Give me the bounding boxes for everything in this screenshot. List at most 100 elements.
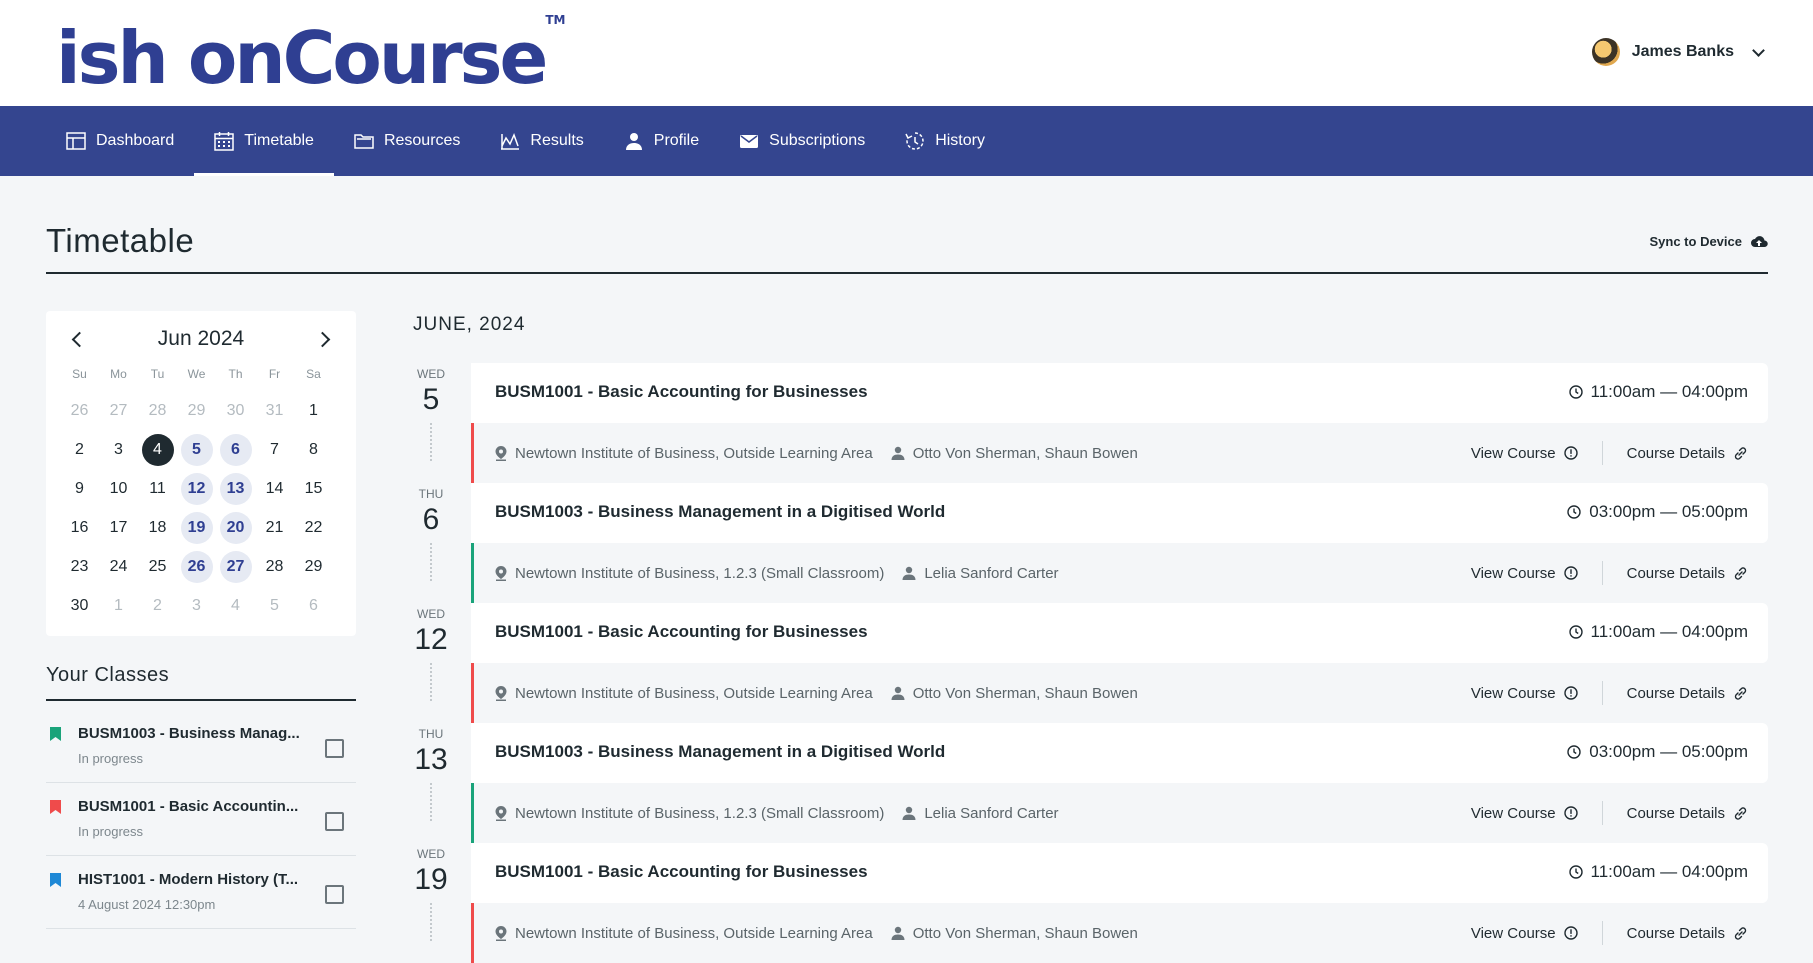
nav-item-resources[interactable]: Resources <box>334 106 480 176</box>
weekday-header: Fr <box>268 367 281 381</box>
calendar-day[interactable]: 9 <box>60 469 99 508</box>
calendar-day[interactable]: 18 <box>138 508 177 547</box>
calendar-day[interactable]: 30 <box>60 586 99 625</box>
calendar-day[interactable]: 6 <box>294 586 333 625</box>
nav-item-results[interactable]: Results <box>480 106 603 176</box>
calendar-day[interactable]: 4 <box>216 586 255 625</box>
calendar-day-number: 22 <box>304 518 323 536</box>
weekday-header: Sa <box>306 367 321 381</box>
event-weekday: WED <box>417 607 445 621</box>
calendar-day[interactable]: 12 <box>177 469 216 508</box>
calendar-day[interactable]: 3 <box>177 586 216 625</box>
calendar-day[interactable]: 21 <box>255 508 294 547</box>
calendar-day[interactable]: 19 <box>177 508 216 547</box>
info-icon <box>1563 446 1578 460</box>
class-list-item[interactable]: BUSM1003 - Business Manag... In progress <box>46 711 356 783</box>
calendar-day[interactable]: 11 <box>138 469 177 508</box>
location-pin-icon <box>495 565 507 581</box>
calendar-day[interactable]: 6 <box>216 430 255 469</box>
ish-oncourse-logo[interactable]: ish onCourseTM <box>56 13 565 94</box>
calendar-day[interactable]: 29 <box>177 391 216 430</box>
calendar-day-number: 6 <box>309 596 318 614</box>
nav-item-dashboard[interactable]: Dashboard <box>46 106 194 176</box>
calendar-day[interactable]: 31 <box>255 391 294 430</box>
calendar-day[interactable]: 15 <box>294 469 333 508</box>
calendar-day[interactable]: 29 <box>294 547 333 586</box>
calendar-day[interactable]: 24 <box>99 547 138 586</box>
event-tutors-text: Lelia Sanford Carter <box>924 564 1059 582</box>
calendar-day[interactable]: 28 <box>138 391 177 430</box>
calendar-day-number: 11 <box>149 479 166 497</box>
timeline-connector <box>430 903 432 941</box>
user-menu[interactable]: James Banks <box>1591 38 1765 66</box>
calendar-day[interactable]: 16 <box>60 508 99 547</box>
calendar-day[interactable]: 13 <box>216 469 255 508</box>
nav-item-profile[interactable]: Profile <box>604 106 719 176</box>
class-checkbox[interactable] <box>325 812 344 831</box>
calendar-day[interactable]: 5 <box>255 586 294 625</box>
calendar-day[interactable]: 28 <box>255 547 294 586</box>
view-course-button[interactable]: View Course <box>1471 805 1578 822</box>
calendar-day[interactable]: 2 <box>138 586 177 625</box>
event-card-header: BUSM1003 - Business Management in a Digi… <box>471 723 1768 783</box>
calendar-day[interactable]: 2 <box>60 430 99 469</box>
calendar-day[interactable]: 5 <box>177 430 216 469</box>
calendar-day-number: 20 <box>219 511 252 544</box>
location-pin-icon <box>495 925 507 941</box>
course-details-button[interactable]: Course Details <box>1627 805 1748 822</box>
course-details-label: Course Details <box>1626 804 1725 822</box>
class-checkbox[interactable] <box>325 739 344 758</box>
calendar-day[interactable]: 26 <box>177 547 216 586</box>
calendar-day[interactable]: 26 <box>60 391 99 430</box>
next-month-button[interactable] <box>314 331 331 347</box>
calendar-day[interactable]: 1 <box>294 391 333 430</box>
view-course-button[interactable]: View Course <box>1471 925 1578 942</box>
calendar-day[interactable]: 14 <box>255 469 294 508</box>
clock-icon <box>1568 625 1583 639</box>
calendar-day[interactable]: 23 <box>60 547 99 586</box>
nav-item-subscriptions[interactable]: Subscriptions <box>719 106 885 176</box>
course-details-button[interactable]: Course Details <box>1627 685 1748 702</box>
class-list-item[interactable]: HIST1001 - Modern History (T... 4 August … <box>46 857 356 929</box>
nav-label: History <box>935 132 985 149</box>
view-course-button[interactable]: View Course <box>1471 685 1578 702</box>
link-icon <box>1733 806 1748 821</box>
calendar-day[interactable]: 3 <box>99 430 138 469</box>
calendar-day[interactable]: 30 <box>216 391 255 430</box>
view-course-button[interactable]: View Course <box>1471 565 1578 582</box>
calendar-day-number: 30 <box>70 596 89 614</box>
calendar-day[interactable]: 17 <box>99 508 138 547</box>
class-list-item[interactable]: BUSM1001 - Basic Accountin... In progress <box>46 784 356 856</box>
nav-label: Resources <box>383 132 461 149</box>
prev-month-button[interactable] <box>71 331 88 347</box>
calendar-day-today[interactable]: 4 <box>138 430 177 469</box>
nav-item-history[interactable]: History <box>885 106 1005 176</box>
course-details-label: Course Details <box>1626 564 1725 582</box>
nav-item-timetable[interactable]: Timetable <box>194 106 334 176</box>
event-date: THU 6 <box>413 483 449 581</box>
nav-label: Results <box>530 132 584 149</box>
calendar-day[interactable]: 10 <box>99 469 138 508</box>
calendar-day[interactable]: 25 <box>138 547 177 586</box>
calendar-day[interactable]: 27 <box>99 391 138 430</box>
nav-label: Profile <box>653 132 700 149</box>
calendar-day[interactable]: 1 <box>99 586 138 625</box>
bookmark-icon <box>50 727 61 741</box>
calendar-day[interactable]: 22 <box>294 508 333 547</box>
calendar-day[interactable]: 20 <box>216 508 255 547</box>
page-title: Timetable <box>46 222 195 259</box>
view-course-button[interactable]: View Course <box>1471 445 1578 462</box>
calendar-day[interactable]: 8 <box>294 430 333 469</box>
course-details-button[interactable]: Course Details <box>1627 445 1748 462</box>
sync-to-device-button[interactable]: Sync to Device <box>1650 234 1769 249</box>
calendar-day[interactable]: 7 <box>255 430 294 469</box>
calendar-day[interactable]: 27 <box>216 547 255 586</box>
event-time: 03:00pm — 05:00pm <box>1567 502 1748 522</box>
event-day-number: 19 <box>414 863 448 896</box>
class-status: In progress <box>78 824 144 839</box>
course-details-button[interactable]: Course Details <box>1627 925 1748 942</box>
event-time-text: 11:00am — 04:00pm <box>1590 862 1749 881</box>
event-location-text: Newtown Institute of Business, 1.2.3 (Sm… <box>515 804 885 822</box>
class-checkbox[interactable] <box>325 885 344 904</box>
course-details-button[interactable]: Course Details <box>1627 565 1748 582</box>
